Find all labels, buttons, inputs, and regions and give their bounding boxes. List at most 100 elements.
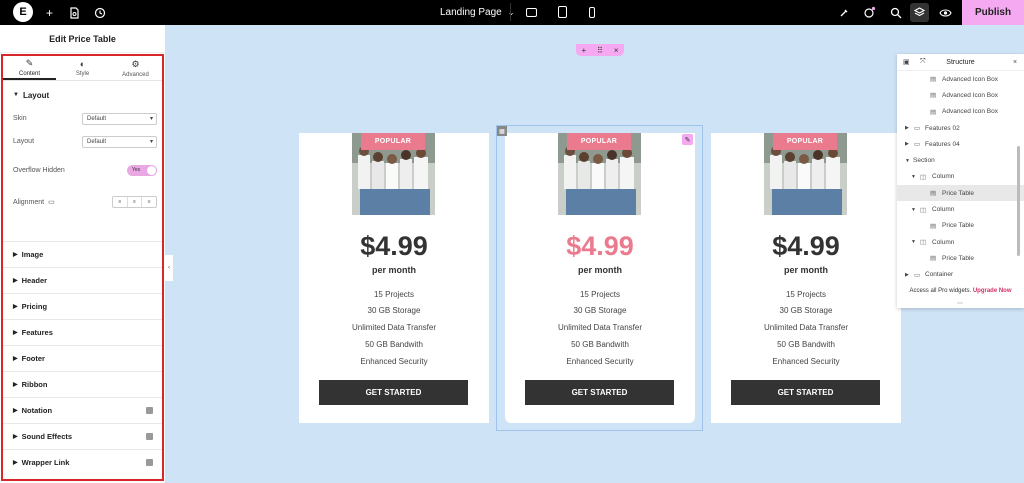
ai-icon[interactable] (836, 5, 851, 20)
overflow-toggle[interactable]: Yes (127, 164, 157, 176)
page-title: Landing Page (440, 7, 502, 18)
desktop-icon[interactable]: ▭ (48, 198, 55, 206)
structure-scrollbar[interactable] (1017, 146, 1020, 256)
section-footer-toggle[interactable]: ▶ Footer (3, 345, 162, 371)
caret-right-icon: ▶ (13, 460, 18, 466)
section-layout-toggle[interactable]: ▼ Layout (3, 83, 162, 107)
price-table-card[interactable]: POPULAR $4.99 per month 15 Projects 30 GB St… (505, 133, 695, 423)
section-label: Ribbon (21, 380, 48, 389)
structure-row[interactable]: ▼ ◫ Column (897, 201, 1024, 217)
upgrade-now-link[interactable]: Upgrade Now (973, 288, 1012, 294)
section-label: Header (21, 276, 48, 285)
history-icon[interactable] (92, 5, 107, 20)
layout-label: Layout (13, 138, 35, 145)
tablet-icon[interactable] (551, 3, 573, 21)
feature-item: Enhanced Security (360, 357, 428, 366)
section-pricing-toggle[interactable]: ▶ Pricing (3, 293, 162, 319)
structure-row-label: Advanced Icon Box (942, 91, 999, 99)
section-label: Footer (21, 354, 45, 363)
align-center-icon[interactable]: ≡ (128, 197, 143, 207)
edit-widget-icon[interactable]: ✎ (682, 134, 693, 145)
get-started-button[interactable]: GET STARTED (319, 380, 468, 405)
structure-icon[interactable] (910, 3, 929, 22)
section-toolbar: + ⠿ × (576, 44, 624, 56)
structure-row[interactable]: ▶ ▭ Container (897, 267, 1024, 283)
feature-item: 30 GB Storage (573, 306, 627, 315)
section-sound-effects-toggle[interactable]: ▶ Sound Effects (3, 423, 162, 449)
chevron-down-icon: ⌄ (507, 8, 515, 17)
elementor-logo[interactable]: E (13, 2, 33, 22)
layout-select[interactable]: Default ▾ (82, 135, 157, 148)
alignment-label: Alignment (13, 198, 45, 206)
structure-row[interactable]: ▤ Advanced Icon Box (897, 87, 1024, 103)
align-right-icon[interactable]: ≡ (142, 197, 156, 207)
gear-icon: ⚙ (131, 58, 140, 69)
align-left-icon[interactable]: ≡ (113, 197, 128, 207)
price-table-card[interactable]: POPULAR $4.99 per month 15 Projects 30 GB St… (299, 133, 489, 423)
tab-content[interactable]: ✎ Content (3, 56, 56, 80)
skin-select[interactable]: Default ▾ (82, 112, 157, 125)
structure-title: Structure (946, 58, 975, 66)
structure-row-label: Price Table (942, 254, 975, 262)
structure-row[interactable]: ▶ ▭ Features 04 (897, 136, 1024, 152)
structure-row[interactable]: ▼ Section (897, 152, 1024, 168)
section-image-toggle[interactable]: ▶ Image (3, 241, 162, 267)
resize-grip-icon[interactable]: ⋯ (957, 300, 963, 307)
apps-icon[interactable] (862, 5, 877, 20)
structure-footer: Access all Pro widgets. Upgrade Now (897, 288, 1024, 294)
structure-row[interactable]: ▤ Advanced Icon Box (897, 71, 1024, 87)
preview-icon[interactable] (938, 5, 953, 20)
tab-style[interactable]: ◐ Style (56, 56, 109, 80)
caret-right-icon[interactable]: ▶ (905, 141, 909, 147)
section-header-toggle[interactable]: ▶ Header (3, 267, 162, 293)
layout-control: Layout Default ▾ (3, 130, 162, 153)
section-notation-toggle[interactable]: ▶ Notation (3, 397, 162, 423)
collapse-panel-button[interactable]: ‹ (165, 255, 173, 281)
caret-down-icon[interactable]: ▼ (905, 158, 910, 164)
chevron-down-icon: ▾ (149, 138, 153, 145)
search-icon[interactable] (888, 5, 903, 20)
skin-label: Skin (13, 115, 27, 122)
caret-down-icon[interactable]: ▼ (911, 174, 916, 180)
close-icon[interactable]: × (1013, 59, 1017, 66)
section-label: Layout (22, 90, 50, 100)
alignment-control: Alignment ▭ ≡ ≡ ≡ (3, 187, 162, 217)
popular-ribbon: POPULAR (567, 133, 631, 150)
section-wrapper-link-toggle[interactable]: ▶ Wrapper Link (3, 449, 162, 475)
price-value: $4.99 (772, 231, 840, 261)
get-started-button[interactable]: GET STARTED (731, 380, 880, 405)
page-settings-icon[interactable] (67, 5, 82, 20)
caret-right-icon[interactable]: ▶ (905, 272, 909, 278)
structure-row[interactable]: ▤ Advanced Icon Box (897, 104, 1024, 120)
add-icon[interactable]: + (581, 46, 586, 55)
publish-button[interactable]: Publish (962, 0, 1024, 25)
structure-row[interactable]: ▤ Price Table (897, 218, 1024, 234)
structure-row[interactable]: ▤ Price Table (897, 185, 1024, 202)
popular-ribbon: POPULAR (773, 133, 837, 150)
structure-row[interactable]: ▼ ◫ Column (897, 234, 1024, 250)
toggle-value: Yes (132, 166, 141, 173)
price-table-card[interactable]: POPULAR $4.99 per month 15 Projects 30 GB St… (711, 133, 901, 423)
section-ribbon-toggle[interactable]: ▶ Ribbon (3, 371, 162, 397)
structure-row[interactable]: ▼ ◫ Column (897, 169, 1024, 185)
page-title-dropdown[interactable]: Landing Page ⌄ (440, 0, 514, 25)
caret-right-icon[interactable]: ▶ (905, 125, 909, 131)
half-circle-icon: ◐ (79, 59, 86, 69)
section-features-toggle[interactable]: ▶ Features (3, 319, 162, 345)
widget-icon: ▤ (930, 76, 937, 84)
close-icon[interactable]: × (614, 46, 619, 55)
tab-label: Style (75, 71, 90, 77)
section-label: Wrapper Link (21, 458, 70, 467)
plus-icon[interactable]: + (42, 5, 57, 20)
caret-down-icon[interactable]: ▼ (911, 239, 916, 245)
drag-handle-icon[interactable]: ⠿ (597, 46, 603, 55)
feature-item: 15 Projects (373, 290, 415, 299)
get-started-button[interactable]: GET STARTED (525, 380, 674, 405)
mobile-icon[interactable] (581, 3, 603, 21)
caret-down-icon[interactable]: ▼ (911, 207, 916, 213)
structure-row[interactable]: ▶ ▭ Features 02 (897, 120, 1024, 136)
column-handle-icon[interactable]: ▦ (497, 126, 507, 136)
structure-row[interactable]: ▤ Price Table (897, 250, 1024, 266)
desktop-icon[interactable] (520, 3, 542, 21)
tab-advanced[interactable]: ⚙ Advanced (109, 56, 162, 80)
